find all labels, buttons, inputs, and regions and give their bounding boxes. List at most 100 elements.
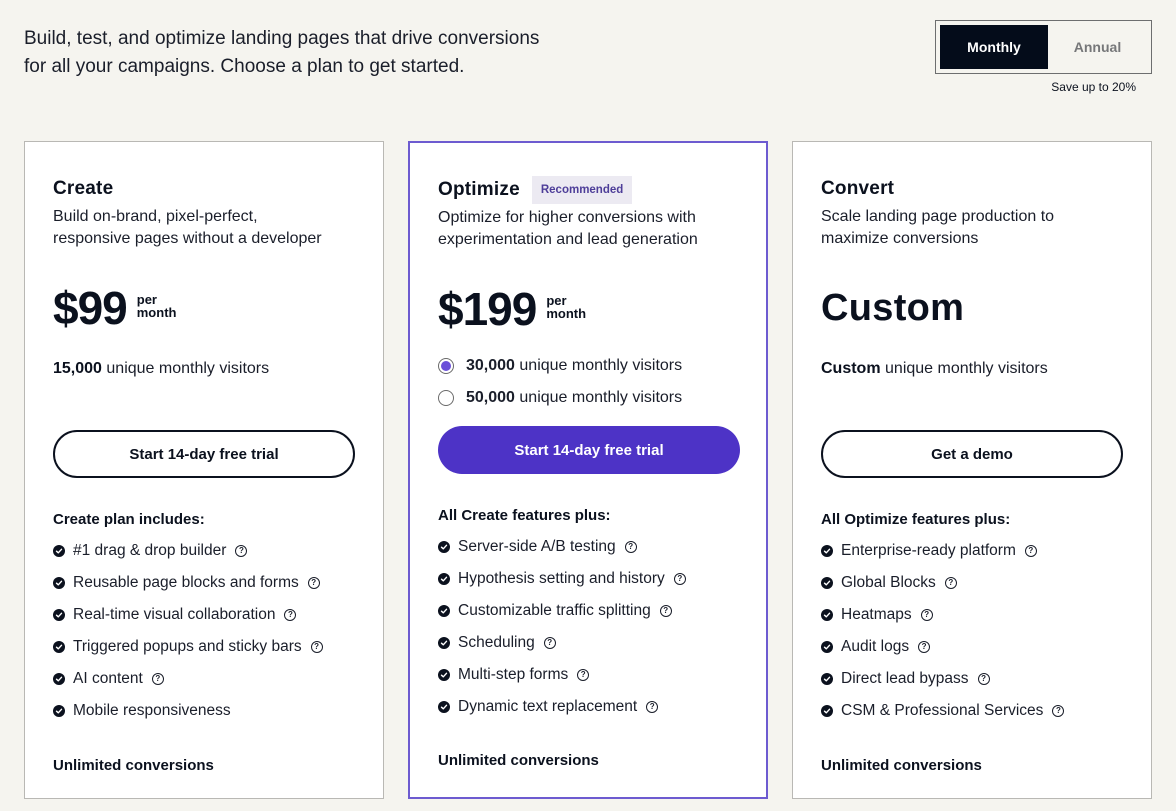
- visitor-label: unique monthly visitors: [519, 389, 683, 406]
- feature-label: CSM & Professional Services: [841, 702, 1044, 719]
- check-circle-icon: [53, 673, 65, 685]
- help-tooltip-icon[interactable]: ?: [646, 701, 659, 713]
- check-circle-icon: [438, 637, 450, 649]
- help-tooltip-icon[interactable]: ?: [977, 673, 990, 685]
- conversions-note: Unlimited conversions: [821, 757, 982, 774]
- feature-label: Hypothesis setting and history: [458, 570, 665, 587]
- help-tooltip-icon[interactable]: ?: [543, 637, 556, 649]
- price-period-line: month: [136, 305, 177, 320]
- plan-header: Create: [53, 174, 355, 204]
- feature-item: Reusable page blocks and forms?: [53, 567, 355, 599]
- visitor-count: 30,000: [466, 357, 515, 374]
- visitor-limit: 15,000 unique monthly visitors: [53, 358, 355, 380]
- help-tooltip-icon[interactable]: ?: [577, 669, 590, 681]
- feature-label: Real-time visual collaboration: [73, 606, 276, 623]
- start-free-trial-button[interactable]: Start 14-day free trial: [53, 430, 355, 478]
- radio-button-selected[interactable]: [438, 358, 454, 374]
- check-circle-icon: [821, 641, 833, 653]
- check-circle-icon: [438, 669, 450, 681]
- plan-price: $99: [53, 282, 128, 334]
- billing-annual-option[interactable]: Annual: [1048, 25, 1147, 69]
- feature-item: #1 drag & drop builder?: [53, 535, 355, 567]
- plan-description-line: Scale landing page production to: [821, 208, 1055, 225]
- feature-item: Scheduling?: [438, 627, 738, 659]
- help-tooltip-icon[interactable]: ?: [310, 641, 323, 653]
- plan-description-line: Build on-brand, pixel-perfect,: [53, 208, 258, 225]
- price-period: per month: [137, 293, 177, 319]
- feature-item: Mobile responsiveness: [53, 695, 355, 727]
- intro-line-2: for all your campaigns. Choose a plan to…: [24, 56, 465, 77]
- help-tooltip-icon[interactable]: ?: [307, 577, 320, 589]
- visitor-label: unique monthly visitors: [885, 360, 1048, 377]
- visitor-tier-option-30000[interactable]: 30,000 unique monthly visitors: [438, 355, 738, 377]
- visitor-count: Custom: [821, 360, 881, 377]
- plan-name: Create: [53, 178, 114, 199]
- plan-description: Optimize for higher conversions with exp…: [438, 207, 738, 251]
- feature-label: Enterprise-ready platform: [841, 542, 1016, 559]
- check-circle-icon: [53, 705, 65, 717]
- annual-savings-note: Save up to 20%: [1051, 80, 1136, 94]
- feature-item: Dynamic text replacement?: [438, 691, 738, 723]
- help-tooltip-icon[interactable]: ?: [920, 609, 933, 621]
- check-circle-icon: [821, 577, 833, 589]
- help-tooltip-icon[interactable]: ?: [1024, 545, 1037, 557]
- plan-header: Convert: [821, 174, 1123, 204]
- plan-description-line: Optimize for higher conversions with: [438, 209, 696, 226]
- help-tooltip-icon[interactable]: ?: [284, 609, 297, 621]
- plan-card-create: Create Build on-brand, pixel-perfect, re…: [24, 141, 384, 799]
- feature-item: Audit logs?: [821, 631, 1123, 663]
- price-period-line: month: [546, 306, 587, 321]
- feature-label: AI content: [73, 670, 143, 687]
- check-circle-icon: [53, 577, 65, 589]
- help-tooltip-icon[interactable]: ?: [659, 605, 672, 617]
- radio-button[interactable]: [438, 390, 454, 406]
- feature-label: Direct lead bypass: [841, 670, 969, 687]
- check-circle-icon: [821, 705, 833, 717]
- help-tooltip-icon[interactable]: ?: [151, 673, 164, 685]
- visitor-label: unique monthly visitors: [519, 357, 683, 374]
- plan-name: Optimize: [438, 179, 520, 200]
- plan-description-line: maximize conversions: [821, 230, 979, 247]
- plan-price: $199: [438, 283, 537, 335]
- help-tooltip-icon[interactable]: ?: [1052, 705, 1065, 717]
- help-tooltip-icon[interactable]: ?: [944, 577, 957, 589]
- plan-description: Scale landing page production to maximiz…: [821, 206, 1123, 250]
- help-tooltip-icon[interactable]: ?: [918, 641, 931, 653]
- plan-name: Convert: [821, 178, 895, 199]
- help-tooltip-icon[interactable]: ?: [235, 545, 248, 557]
- feature-label: Reusable page blocks and forms: [73, 574, 299, 591]
- price-row: $199 per month: [438, 279, 738, 339]
- includes-title: All Create features plus:: [438, 507, 611, 524]
- plan-card-optimize: Optimize Recommended Optimize for higher…: [408, 141, 768, 799]
- help-tooltip-icon[interactable]: ?: [673, 573, 686, 585]
- conversions-note: Unlimited conversions: [438, 752, 599, 769]
- billing-period-toggle-group: Monthly Annual Save up to 20%: [935, 20, 1152, 94]
- feature-item: Hypothesis setting and history?: [438, 563, 738, 595]
- feature-item: Customizable traffic splitting?: [438, 595, 738, 627]
- feature-item: Global Blocks?: [821, 567, 1123, 599]
- check-circle-icon: [821, 609, 833, 621]
- check-circle-icon: [53, 609, 65, 621]
- includes-title: Create plan includes:: [53, 511, 205, 528]
- help-tooltip-icon[interactable]: ?: [624, 541, 637, 553]
- start-free-trial-button[interactable]: Start 14-day free trial: [438, 426, 740, 474]
- check-circle-icon: [53, 641, 65, 653]
- check-circle-icon: [438, 573, 450, 585]
- get-demo-button[interactable]: Get a demo: [821, 430, 1123, 478]
- price-row: Custom: [821, 278, 1123, 338]
- billing-period-toggle: Monthly Annual: [935, 20, 1152, 74]
- feature-item: Heatmaps?: [821, 599, 1123, 631]
- visitor-tier-option-50000[interactable]: 50,000 unique monthly visitors: [438, 387, 738, 409]
- plan-description-line: experimentation and lead generation: [438, 231, 698, 248]
- feature-list: Enterprise-ready platform? Global Blocks?…: [821, 535, 1123, 727]
- check-circle-icon: [821, 673, 833, 685]
- intro-line-1: Build, test, and optimize landing pages …: [24, 28, 540, 49]
- feature-label: Server-side A/B testing: [458, 538, 616, 555]
- feature-label: Heatmaps: [841, 606, 912, 623]
- feature-item: AI content?: [53, 663, 355, 695]
- billing-monthly-option[interactable]: Monthly: [940, 25, 1048, 69]
- feature-item: Server-side A/B testing?: [438, 531, 738, 563]
- feature-item: Direct lead bypass?: [821, 663, 1123, 695]
- check-circle-icon: [438, 605, 450, 617]
- feature-label: #1 drag & drop builder: [73, 542, 227, 559]
